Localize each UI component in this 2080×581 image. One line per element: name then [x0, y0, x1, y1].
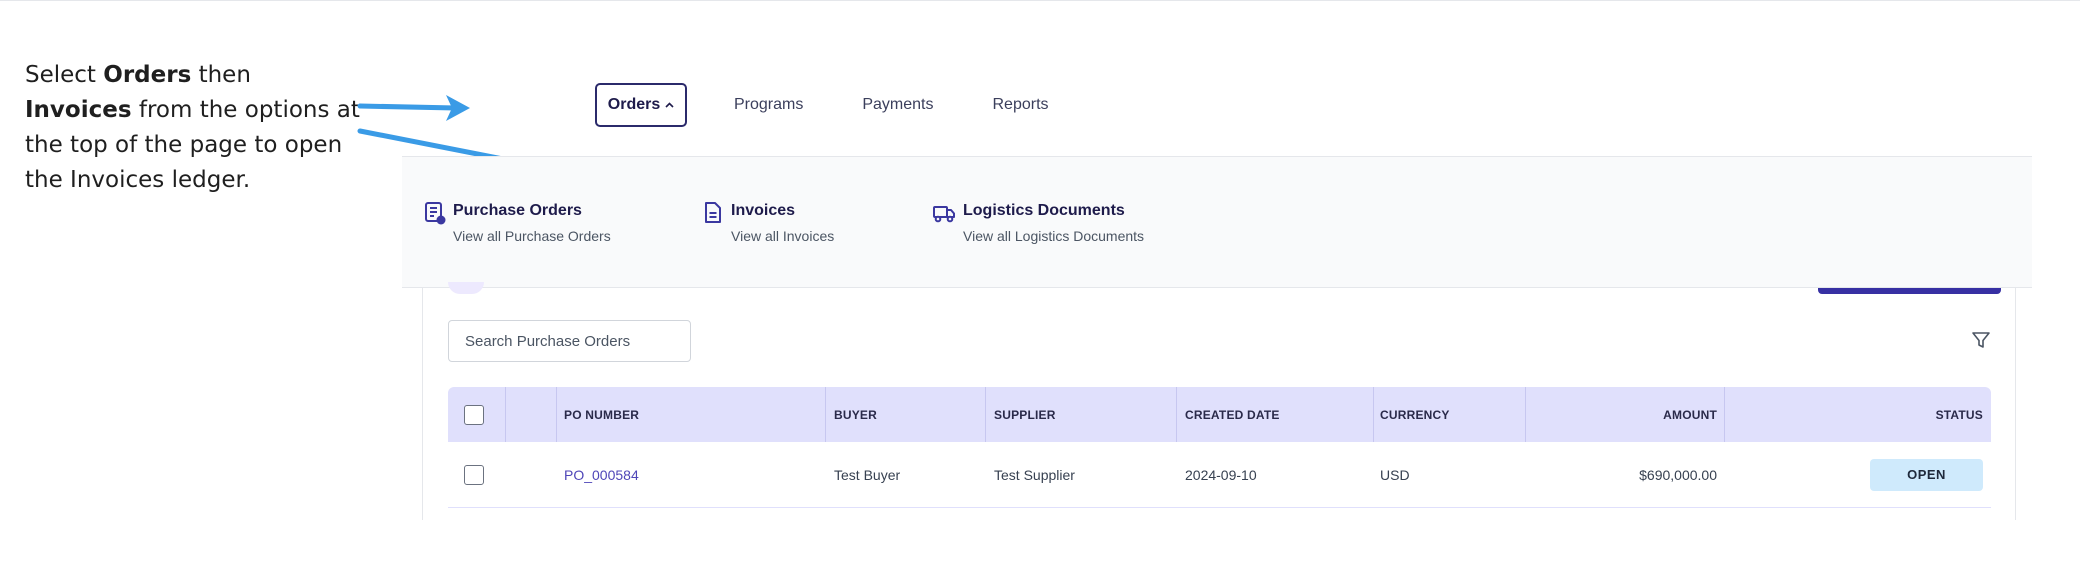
avatar: [448, 282, 484, 294]
column-header-amount[interactable]: AMOUNT: [1663, 387, 1717, 442]
column-divider: [1724, 387, 1725, 442]
status-badge: OPEN: [1870, 458, 1983, 491]
column-divider: [985, 387, 986, 442]
select-all-checkbox[interactable]: [464, 404, 484, 425]
menu-item-subtitle: View all Logistics Documents: [963, 228, 1145, 244]
purchase-orders-icon: [425, 202, 446, 225]
column-divider: [1525, 387, 1526, 442]
menu-item-purchase-orders[interactable]: Purchase Orders View all Purchase Orders: [424, 201, 611, 245]
menu-item-subtitle: View all Invoices: [731, 228, 835, 244]
column-header-po-number[interactable]: PO NUMBER: [564, 387, 639, 442]
column-divider: [556, 387, 557, 442]
app-window: Orders Programs Payments Reports Purchas…: [402, 60, 2034, 520]
column-header-created-date[interactable]: CREATED DATE: [1185, 387, 1280, 442]
supplier-cell: Test Supplier: [994, 466, 1075, 483]
instruction-part: then: [191, 62, 251, 88]
menu-item-title: Purchase Orders: [453, 202, 582, 219]
column-header-currency[interactable]: CURRENCY: [1380, 387, 1450, 442]
currency-cell: USD: [1380, 466, 1410, 483]
purchase-orders-table: PO NUMBER BUYER SUPPLIER CREATED DATE CU…: [448, 387, 1991, 508]
primary-action-button[interactable]: [1818, 288, 2001, 294]
orders-dropdown-menu: Purchase Orders View all Purchase Orders…: [402, 156, 2032, 288]
column-header-status[interactable]: STATUS: [1936, 387, 1983, 442]
amount-cell: $690,000.00: [1639, 466, 1717, 483]
column-divider: [505, 387, 506, 442]
invoice-document-icon: [705, 202, 721, 223]
column-header-buyer[interactable]: BUYER: [834, 387, 877, 442]
menu-item-title: Logistics Documents: [963, 202, 1125, 219]
nav-orders-label: Orders: [607, 96, 661, 113]
column-header-supplier[interactable]: SUPPLIER: [994, 387, 1056, 442]
top-divider: [0, 0, 2080, 1]
search-input[interactable]: [448, 320, 691, 362]
table-row[interactable]: PO_000584 Test Buyer Test Supplier 2024-…: [448, 442, 1991, 508]
nav-programs[interactable]: Programs: [734, 96, 803, 114]
menu-item-invoices[interactable]: Invoices View all Invoices: [702, 201, 834, 245]
nav-orders-button[interactable]: Orders: [595, 83, 687, 127]
table-header: PO NUMBER BUYER SUPPLIER CREATED DATE CU…: [448, 387, 1991, 442]
instruction-bold-invoices: Invoices: [25, 97, 132, 123]
po-number-link[interactable]: PO_000584: [564, 442, 639, 507]
top-nav: Orders Programs Payments Reports: [595, 83, 1108, 127]
instruction-text: Select Orders then Invoices from the opt…: [25, 58, 360, 198]
row-checkbox[interactable]: [464, 464, 484, 485]
instruction-bold-orders: Orders: [103, 62, 192, 88]
menu-item-logistics-documents[interactable]: Logistics Documents View all Logistics D…: [932, 201, 1144, 245]
instruction-part: Select: [25, 62, 104, 88]
column-divider: [825, 387, 826, 442]
column-divider: [1176, 387, 1177, 442]
chevron-up-icon: [665, 102, 674, 108]
truck-icon: [933, 206, 955, 223]
filter-icon[interactable]: [1971, 330, 1991, 350]
menu-item-subtitle: View all Purchase Orders: [453, 228, 611, 244]
column-divider: [1373, 387, 1374, 442]
menu-item-title: Invoices: [731, 202, 796, 219]
created-date-cell: 2024-09-10: [1185, 466, 1257, 483]
buyer-cell: Test Buyer: [834, 466, 901, 483]
nav-payments[interactable]: Payments: [862, 96, 933, 114]
nav-reports[interactable]: Reports: [993, 96, 1049, 114]
purchase-orders-content: PO NUMBER BUYER SUPPLIER CREATED DATE CU…: [422, 282, 2016, 520]
